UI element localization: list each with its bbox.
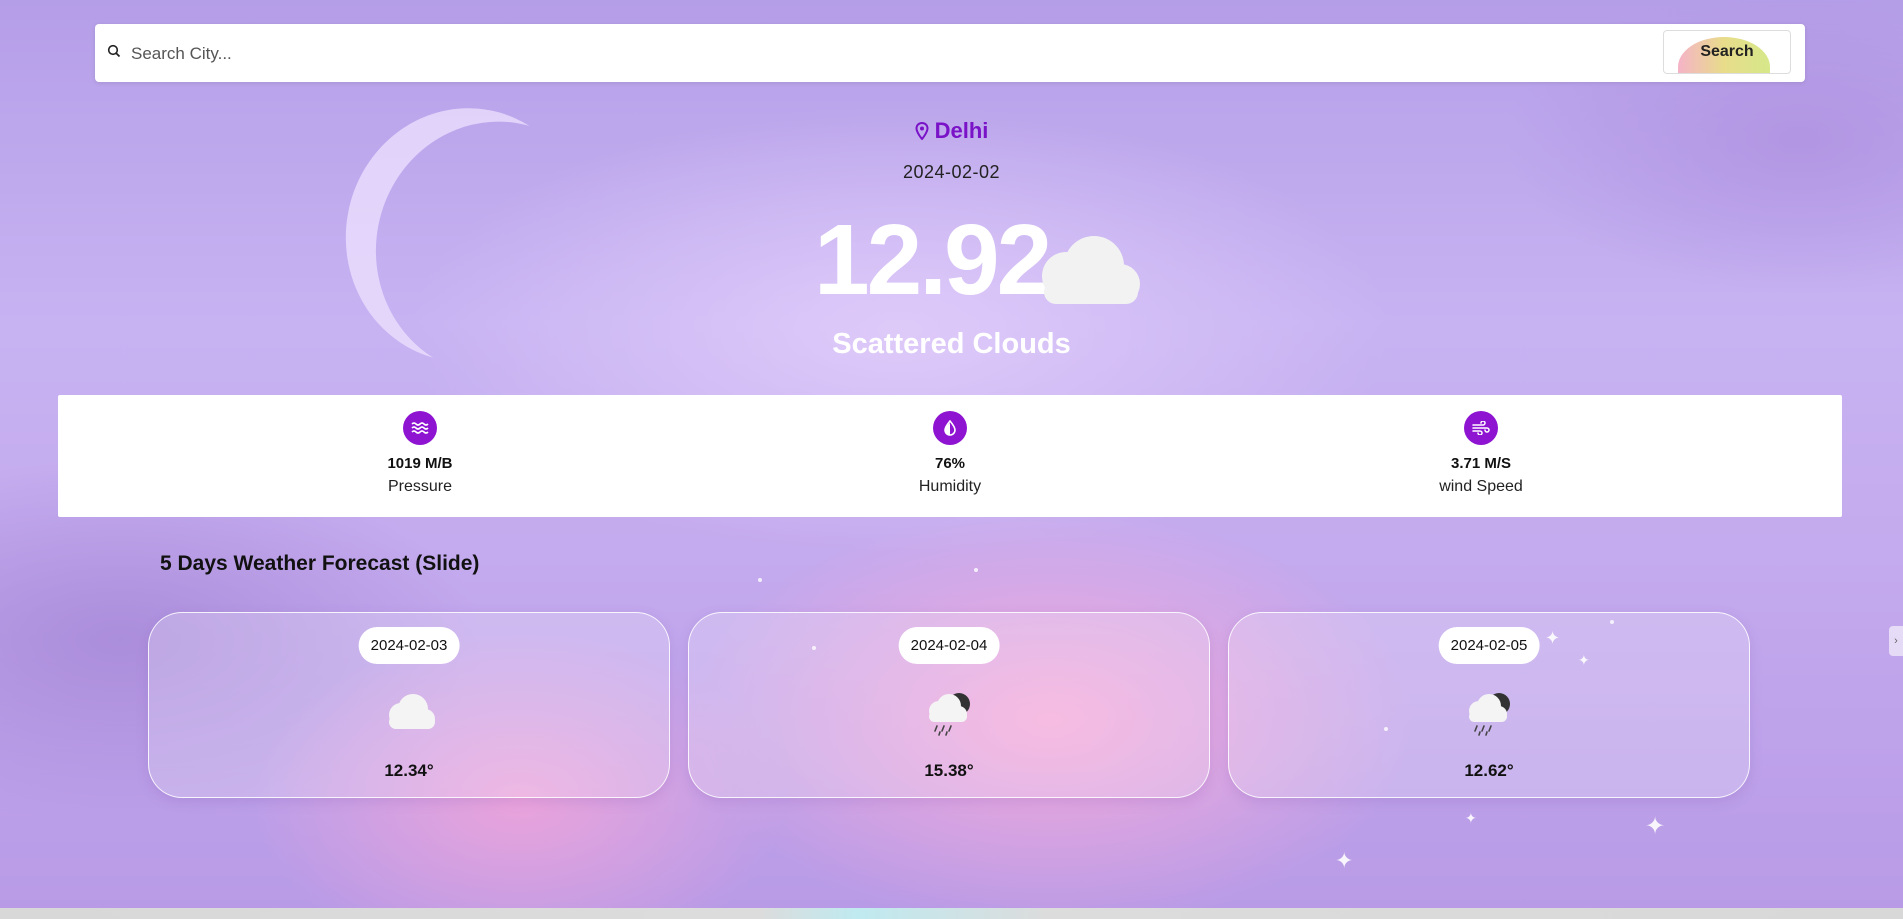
humidity-label: Humidity: [918, 478, 982, 495]
sparkle-dot: [758, 578, 762, 582]
sparkle-icon: ✦: [1335, 848, 1354, 873]
wind-speed-label: wind Speed: [1439, 478, 1523, 495]
forecast-date: 2024-02-03: [358, 627, 460, 664]
stat-humidity: 76% Humidity: [820, 411, 1080, 496]
wind-speed-value: 3.71 M/S: [1450, 455, 1512, 472]
forecast-card[interactable]: 2024-02-05 12.62°: [1228, 612, 1750, 798]
night-rain-icon: [929, 693, 970, 736]
cloud-icon: [389, 694, 435, 729]
forecast-temperature: 12.62°: [1464, 761, 1514, 780]
sparkle-icon: ✦: [1465, 810, 1477, 826]
cloud-icon: [1042, 236, 1140, 304]
wind-icon: [1464, 411, 1498, 445]
forecast-temperature: 12.34°: [384, 761, 434, 780]
current-temperature: 12.92: [814, 204, 1052, 316]
humidity-value: 76%: [934, 455, 966, 472]
weather-description: Scattered Clouds: [832, 328, 1071, 360]
current-date: 2024-02-02: [902, 162, 1001, 182]
temperature-block: 12.92: [800, 200, 1160, 320]
forecast-title: 5 Days Weather Forecast (Slide): [160, 552, 480, 575]
location-pin-icon: [915, 121, 929, 141]
search-button-label: Search: [1700, 43, 1754, 60]
location-label: Delhi: [0, 118, 1903, 144]
pressure-value: 1019 M/B: [387, 455, 453, 472]
search-button[interactable]: Search: [1663, 30, 1791, 74]
weather-stats-panel: 1019 M/B Pressure 76% Humidity 3.71 M/S …: [58, 395, 1842, 517]
pressure-label: Pressure: [387, 478, 453, 495]
stat-pressure: 1019 M/B Pressure: [290, 411, 550, 496]
city-name: Delhi: [934, 118, 989, 143]
humidity-drop-icon: [933, 411, 967, 445]
side-panel-toggle[interactable]: ›: [1889, 626, 1903, 656]
forecast-temperature: 15.38°: [924, 761, 974, 780]
pressure-waves-icon: [403, 411, 437, 445]
taskbar-strip: [0, 908, 1903, 919]
search-input[interactable]: [129, 36, 1733, 72]
forecast-card[interactable]: 2024-02-03 12.34°: [148, 612, 670, 798]
sparkle-icon: ✦: [1645, 813, 1666, 840]
search-bar: Search: [95, 24, 1805, 82]
stat-wind: 3.71 M/S wind Speed: [1351, 411, 1611, 496]
forecast-date: 2024-02-04: [898, 627, 1000, 664]
sparkle-dot: [974, 568, 978, 572]
search-icon: [107, 44, 121, 58]
night-rain-icon: [1469, 693, 1510, 736]
forecast-card[interactable]: 2024-02-04 15.38°: [688, 612, 1210, 798]
forecast-date: 2024-02-05: [1438, 627, 1540, 664]
